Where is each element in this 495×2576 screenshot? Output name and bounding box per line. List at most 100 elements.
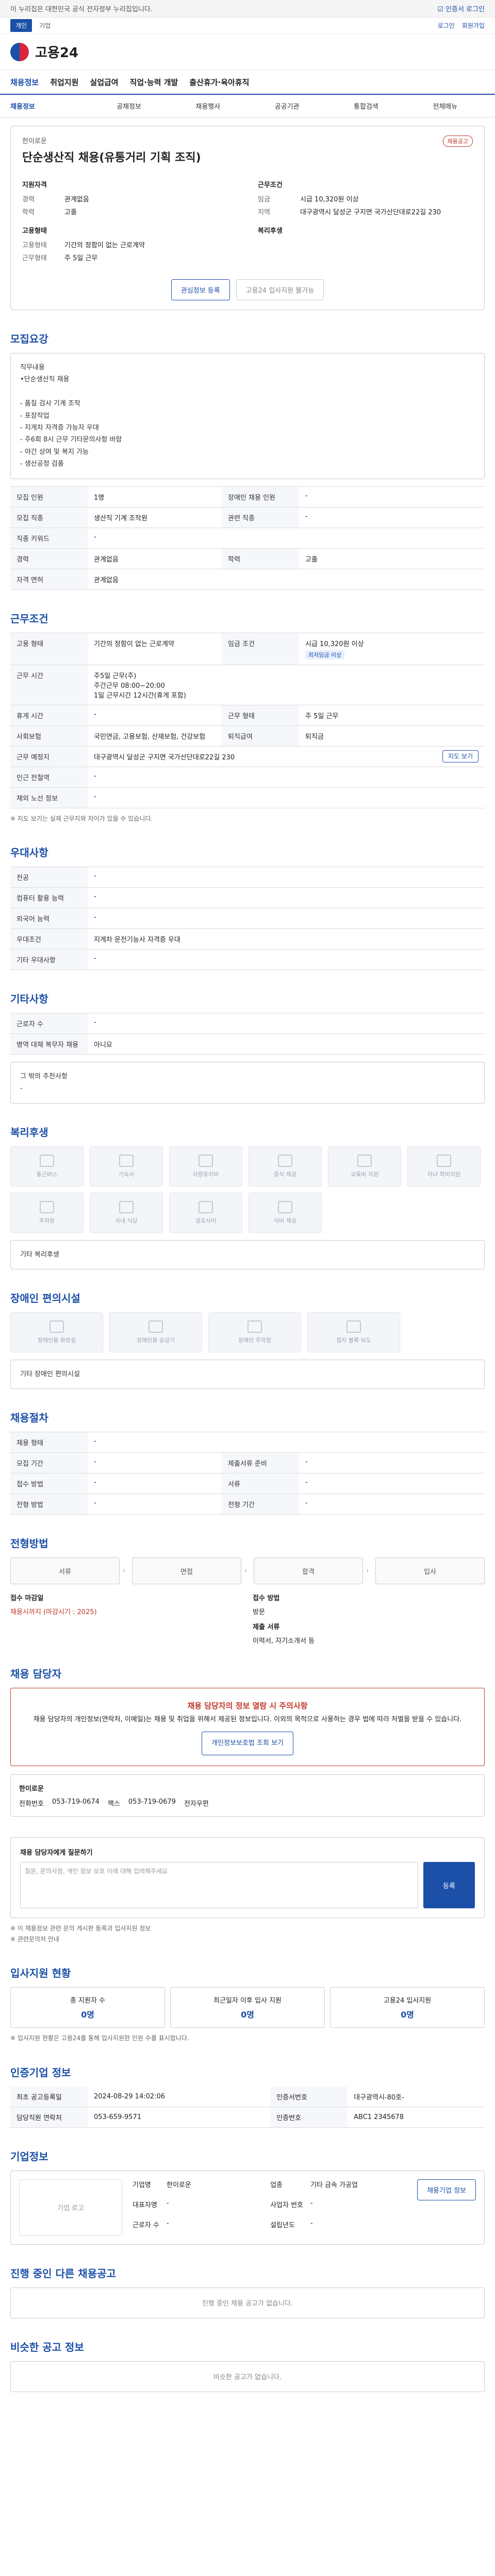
section-recruit: 모집요강 직무내용 •단순생산직 채용 - 품질 검사 기계 조작 - 포장작업… <box>10 331 485 590</box>
child-icon <box>437 1154 451 1167</box>
question-submit-button[interactable]: 등록 <box>423 1862 475 1909</box>
tab-personal[interactable]: 개인 <box>10 19 32 32</box>
dorm-icon <box>119 1154 134 1167</box>
welfare-item: 사내 식당 <box>90 1192 163 1233</box>
section-procedure: 채용절차 채용 형태 - 모집 기간 - 제출서류 준비 - 접수 방법 - 서류 - 전형 … <box>10 1410 485 1515</box>
etc-table: 근로자 수- 병역 대체 복무자 채용 아니요 <box>10 1012 485 1055</box>
section-title: 진행 중인 다른 채용공고 <box>10 2267 116 2280</box>
login-link[interactable]: 로그인 <box>438 21 455 30</box>
company-name: 한이로운 <box>22 138 47 145</box>
cert-login-link[interactable]: ☑ 인증서 로그인 <box>437 4 485 13</box>
job-description: 직무내용 •단순생산직 채용 - 품질 검사 기계 조작 - 포장작업 - 지게… <box>10 353 485 479</box>
arrow-right-icon: › <box>123 1567 126 1575</box>
site-logo[interactable]: 고용24 <box>35 42 78 61</box>
job-title: 단순생산직 채용(유통거리 기획 조직) <box>22 151 201 164</box>
global-nav: 채용정보 취업지원 실업급여 직업·능력 개발 출산휴가·육아휴직 <box>0 70 495 95</box>
section-title: 기업정보 <box>10 2150 48 2163</box>
section-title: 장애인 편의시설 <box>10 1292 80 1305</box>
section-other-jobs: 진행 중인 다른 채용공고 진행 중인 채용 공고가 없습니다. <box>10 2265 485 2318</box>
section-title: 근무조건 <box>10 612 48 625</box>
section-cert: 인증기업 정보 최초 공고등록일 2024-08-29 14:02:06 인증서번호… <box>10 2064 485 2128</box>
food-icon <box>278 1200 292 1213</box>
stat-card: 총 지원자 수 0명 <box>10 1987 165 2028</box>
phone-number: 053-719-0674 <box>52 1798 100 1806</box>
section-title: 채용절차 <box>10 1412 48 1425</box>
company-info-button[interactable]: 채용기업 정보 <box>417 2179 476 2200</box>
fax-number: 053-719-0679 <box>128 1798 176 1806</box>
subnav-item[interactable]: 공채정보 <box>89 101 168 111</box>
step-item: 면접 <box>132 1557 241 1585</box>
subnav-item[interactable]: 전체메뉴 <box>406 101 485 111</box>
subnav-item[interactable]: 채용정보 <box>10 101 89 111</box>
logo-icon[interactable] <box>10 42 29 61</box>
welfare-item: 자녀 학비지원 <box>407 1146 481 1187</box>
parking-icon <box>248 1320 262 1333</box>
welfare-grid: 통근버스 기숙사 차량유지비 중식 제공 교육비 지원 자녀 학비지원 주차장 … <box>10 1146 485 1233</box>
apply-disabled-button[interactable]: 고용24 입사지원 불가능 <box>236 279 324 300</box>
min-wage-badge: 최저임금 이상 <box>305 650 345 659</box>
welfare-item: 차량유지비 <box>169 1146 242 1187</box>
welfare-item: 주차장 <box>10 1192 84 1233</box>
procedure-table: 채용 형태 - 모집 기간 - 제출서류 준비 - 접수 방법 - 서류 - 전형 방법 - 전형… <box>10 1432 485 1515</box>
car-icon <box>199 1154 213 1167</box>
sub-nav: 채용정보 공채정보 채용행사 공공기관 통합검색 전체메뉴 <box>0 95 495 117</box>
gov-bar: 개인 기업 로그인 회원가입 <box>0 18 495 34</box>
subnav-item[interactable]: 채용행사 <box>169 101 248 111</box>
section-accessibility: 장애인 편의시설 장애인용 화장실 장애인용 승강기 장애인 주차장 점자 블록… <box>10 1290 485 1389</box>
gnb-item-leave[interactable]: 출산휴가·육아휴직 <box>189 77 249 88</box>
privacy-law-button[interactable]: 개인정보보호법 조회 보기 <box>202 1731 293 1756</box>
welfare-item: 통근버스 <box>10 1146 84 1187</box>
status-badge: 채용공고 <box>442 135 473 147</box>
access-item: 장애인용 승강기 <box>109 1312 202 1353</box>
site-header: 고용24 <box>0 34 495 70</box>
bookmark-button[interactable]: 관심정보 등록 <box>171 279 230 300</box>
bus-icon <box>40 1154 54 1167</box>
access-item: 점자 블록·보도 <box>307 1312 400 1353</box>
restroom-icon <box>50 1320 64 1333</box>
accessibility-grid: 장애인용 화장실 장애인용 승강기 장애인 주차장 점자 블록·보도 <box>10 1312 485 1353</box>
question-input[interactable]: 질문, 문의사항, 개인 정보 보호 이에 대해 입력해주세요 <box>20 1862 418 1909</box>
gnb-item-jobs[interactable]: 채용정보 <box>10 77 39 88</box>
education-icon <box>357 1154 372 1167</box>
page: 이 누리집은 대한민국 공식 전자정부 누리집입니다. ☑ 인증서 로그인 개인… <box>0 0 495 2433</box>
map-button[interactable]: 지도 보기 <box>442 750 478 762</box>
welfare-item: 중식 제공 <box>249 1146 322 1187</box>
access-item: 장애인 주차장 <box>208 1312 301 1353</box>
subnav-item[interactable]: 공공기관 <box>248 101 326 111</box>
subnav-item[interactable]: 통합검색 <box>326 101 405 111</box>
step-item: 합격 <box>254 1557 363 1585</box>
gnb-item-benefit[interactable]: 실업급여 <box>90 77 118 88</box>
stat-card: 고용24 입사지원 0명 <box>330 1987 485 2028</box>
section-preference: 우대사항 전공 - 컴퓨터 활용 능력 - 외국어 능력 - 우대조건 지게차 운전기능… <box>10 844 485 970</box>
join-link[interactable]: 회원가입 <box>462 21 485 30</box>
company-logo: 기업 로고 <box>19 2179 122 2236</box>
contact-box: 한이로운 전화번호 053-719-0674 팩스 053-719-0679 전자우… <box>10 1774 485 1817</box>
access-item: 장애인용 화장실 <box>10 1312 103 1353</box>
section-welfare: 복리후생 통근버스 기숙사 차량유지비 중식 제공 교육비 지원 자녀 학비지원… <box>10 1124 485 1270</box>
section-title: 채용 담당자 <box>10 1668 61 1681</box>
tab-company[interactable]: 기업 <box>39 21 51 30</box>
section-title: 인증기업 정보 <box>10 2066 71 2079</box>
condition-table: 고용 형태 기간의 정함이 없는 근로계약 임금 조건 시급 10,320원 이상 최저… <box>10 632 485 808</box>
section-title: 입사지원 현황 <box>10 1967 71 1980</box>
section-title: 복리후생 <box>10 1126 48 1139</box>
employment-heading: 고용형태 <box>22 227 47 235</box>
gift-icon <box>199 1200 213 1213</box>
welfare-heading: 복리후생 <box>258 227 283 235</box>
summary-grid: 지원자격 경력 관계없음 학력 고졸 고용형태 고용형태 기간의 정함이 없는 근로계… <box>22 172 473 264</box>
condition-heading: 근무조건 <box>258 181 283 189</box>
braille-icon <box>346 1320 361 1333</box>
gnb-item-support[interactable]: 취업지원 <box>50 77 78 88</box>
privacy-warning: 채용 담당자의 정보 열람 시 주의사항 채용 담당자의 개인정보(연락처, 이… <box>10 1688 485 1767</box>
section-etc: 기타사항 근로자 수- 병역 대체 복무자 채용 아니요 그 밖의 추천사항 - <box>10 991 485 1104</box>
gnb-item-training[interactable]: 직업·능력 개발 <box>130 77 178 88</box>
cafeteria-icon <box>119 1200 134 1213</box>
qualification-heading: 지원자격 <box>22 181 47 189</box>
welfare-item: 교육비 지원 <box>328 1146 401 1187</box>
section-conditions: 근무조건 고용 형태 기간의 정함이 없는 근로계약 임금 조건 시급 10,320원… <box>10 611 485 824</box>
recruit-table: 모집 인원 1명 장애인 채용 인원 - 모집 직종 생산직 기계 조작원 관련 직종 - … <box>10 486 485 590</box>
welfare-item: 식비 제공 <box>249 1192 322 1233</box>
section-title: 모집요강 <box>10 333 48 345</box>
section-contact: 채용 담당자 채용 담당자의 정보 열람 시 주의사항 채용 담당자의 개인정보… <box>10 1666 485 1817</box>
section-selection: 전형방법 서류 › 면접 › 합격 › 입사 접수 마감일 채용시까지 (마감시기 : … <box>10 1535 485 1645</box>
